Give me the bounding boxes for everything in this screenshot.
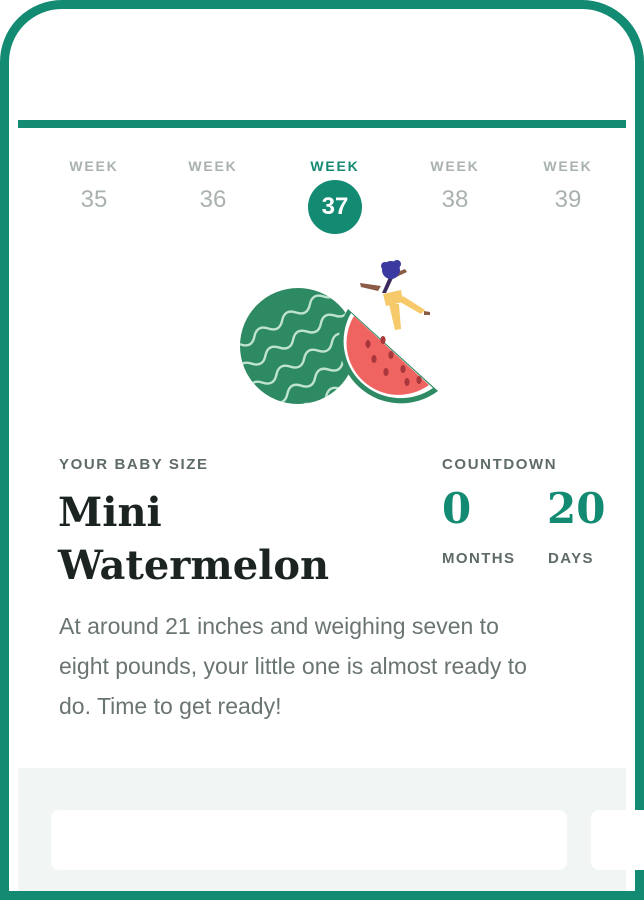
dancing-figure-icon	[360, 260, 430, 330]
baby-size-label: YOUR BABY SIZE	[59, 456, 209, 473]
status-bar-area	[18, 18, 626, 122]
countdown-days-label: DAYS	[548, 550, 594, 567]
watermelon-illustration	[240, 260, 438, 404]
week-number: 36	[199, 186, 227, 213]
pregnancy-week-screen: WEEK 35 WEEK 36 WEEK 37 WEEK 38 WEEK 39	[18, 128, 644, 891]
week-item-37-selected[interactable]: WEEK 37	[285, 158, 385, 234]
fruit-name-line2: Watermelon	[58, 542, 330, 589]
fruit-name-line1: Mini	[58, 489, 162, 536]
countdown-months-value: 0	[442, 484, 472, 533]
content-card-next[interactable]	[591, 810, 644, 870]
week-number: 38	[441, 186, 469, 213]
header-divider	[18, 120, 626, 128]
week-item-38[interactable]: WEEK 38	[405, 158, 505, 214]
week-label: WEEK	[543, 158, 593, 174]
countdown-days-value: 20	[547, 484, 606, 533]
watermelon-slice-icon	[338, 309, 438, 404]
content-card[interactable]	[51, 810, 567, 870]
phone-frame: WEEK 35 WEEK 36 WEEK 37 WEEK 38 WEEK 39	[0, 0, 644, 900]
week-label: WEEK	[188, 158, 238, 174]
week-item-39[interactable]: WEEK 39	[518, 158, 618, 214]
baby-size-description: At around 21 inches and weighing seven t…	[59, 613, 527, 719]
week-number: 39	[554, 186, 582, 213]
week-label: WEEK	[69, 158, 119, 174]
week-number: 35	[80, 186, 108, 213]
week-selector: WEEK 35 WEEK 36 WEEK 37 WEEK 38 WEEK 39	[18, 158, 626, 238]
week-label: WEEK	[430, 158, 480, 174]
selected-week-badge: 37	[308, 180, 362, 234]
content-cards-section	[18, 768, 644, 891]
week-item-36[interactable]: WEEK 36	[163, 158, 263, 214]
baby-size-fruit-name: Mini Watermelon	[58, 486, 378, 592]
week-label: WEEK	[310, 158, 360, 174]
countdown-label: COUNTDOWN	[442, 456, 558, 473]
week-item-35[interactable]: WEEK 35	[44, 158, 144, 214]
countdown-months-label: MONTHS	[442, 550, 516, 567]
